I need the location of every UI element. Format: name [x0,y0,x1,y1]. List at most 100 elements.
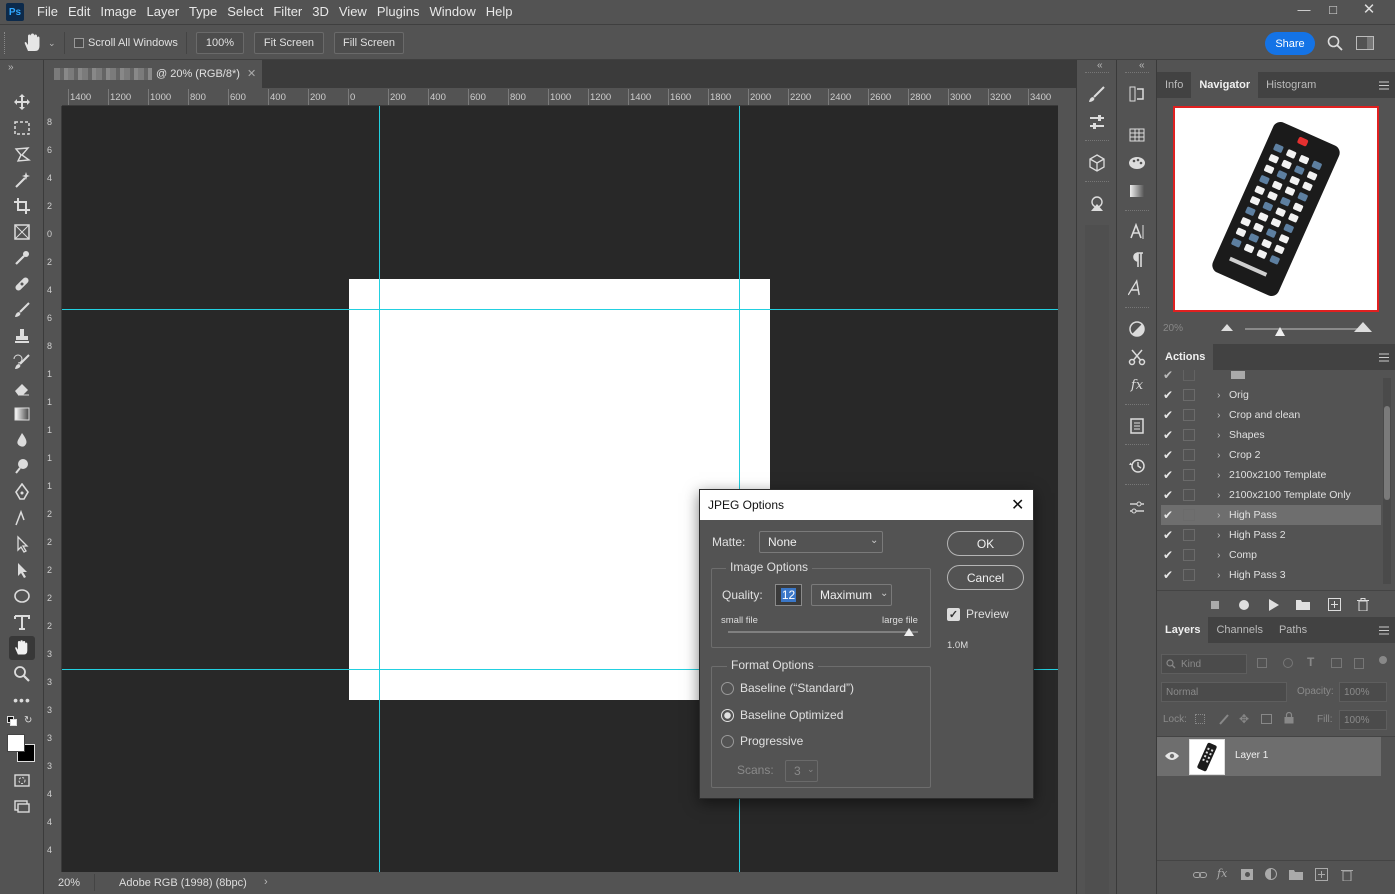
search-icon[interactable] [1327,35,1343,51]
radio-progressive[interactable] [721,735,734,748]
ellipse-tool-icon[interactable] [9,584,35,608]
tab-layers[interactable]: Layers [1157,617,1209,643]
filter-toggle-icon[interactable] [1379,656,1387,664]
action-row[interactable]: ✔ › Orig [1161,385,1381,405]
new-action-icon[interactable] [1328,598,1341,611]
menu-select[interactable]: Select [222,0,268,24]
brush-settings-icon[interactable] [1085,82,1109,106]
tab-histogram[interactable]: Histogram [1258,72,1324,98]
tab-actions[interactable]: Actions [1157,344,1214,370]
menu-file[interactable]: File [32,0,63,24]
gradient-tool-icon[interactable] [9,402,35,426]
filter-smart-object-icon[interactable] [1354,658,1364,669]
fill-field[interactable]: 100% [1339,710,1387,730]
marquee-tool-icon[interactable] [9,116,35,140]
healing-brush-tool-icon[interactable] [9,272,35,296]
action-expand-chevron-icon[interactable]: › [1217,569,1227,581]
gradients-icon[interactable] [1125,179,1149,203]
action-row[interactable]: ✔ › Crop and clean [1161,405,1381,425]
actions-panel-menu-icon[interactable] [1379,353,1389,362]
menu-plugins[interactable]: Plugins [372,0,425,24]
character-icon[interactable] [1125,220,1149,244]
delete-layer-trash-icon[interactable] [1341,868,1353,881]
action-expand-chevron-icon[interactable]: › [1217,489,1227,501]
radio-baseline-standard[interactable] [721,682,734,695]
quality-preset-select[interactable]: Maximum ⌄ [811,584,892,606]
lock-artboard-icon[interactable] [1261,714,1272,724]
cancel-button[interactable]: Cancel [947,565,1024,590]
collapse-strip-2-icon[interactable]: « [1139,60,1145,71]
quality-slider-track[interactable] [728,631,918,633]
layers-panel-menu-icon[interactable] [1379,626,1389,635]
action-expand-chevron-icon[interactable]: › [1217,509,1227,521]
menu-type[interactable]: Type [184,0,222,24]
visibility-eye-icon[interactable] [1165,751,1179,761]
dialog-toggle-box[interactable] [1183,429,1195,441]
add-mask-icon[interactable] [1241,869,1253,880]
tab-channels[interactable]: Channels [1208,617,1270,643]
action-check-icon[interactable]: ✔ [1161,448,1175,462]
zoom-in-mountain-icon[interactable] [1354,322,1372,332]
adjust-properties-icon[interactable] [1085,110,1109,134]
styles-fx-icon[interactable]: fx [1125,373,1149,397]
filter-type-icon[interactable]: T [1307,655,1314,669]
action-expand-chevron-icon[interactable]: › [1217,449,1227,461]
new-adjustment-layer-icon[interactable] [1265,868,1277,880]
glyphs-icon[interactable] [1125,276,1149,300]
shape-properties-icon[interactable] [1085,192,1109,216]
action-row[interactable]: ✔ › High Pass 2 [1161,525,1381,545]
dialog-close-icon[interactable]: ✕ [1011,495,1024,515]
curvature-pen-tool-icon[interactable] [9,506,35,530]
guide-vertical-1[interactable] [379,106,380,872]
dialog-toggle-box[interactable] [1183,529,1195,541]
move-tool-icon[interactable] [9,90,35,114]
eyedropper-tool-icon[interactable] [9,246,35,270]
history-clock-icon[interactable] [1125,454,1149,478]
quality-slider-thumb[interactable] [904,628,914,636]
expand-toolbar-icon[interactable]: » [8,62,14,73]
action-expand-chevron-icon[interactable]: › [1217,409,1227,421]
lock-position-icon[interactable]: ✥ [1239,712,1249,726]
swap-colors-icon[interactable]: ↻ [24,715,32,726]
menu-window[interactable]: Window [424,0,480,24]
tab-paths[interactable]: Paths [1271,617,1315,643]
quick-mask-icon[interactable] [9,768,35,792]
grip-handle[interactable] [4,32,10,54]
screen-mode-icon[interactable] [9,794,35,818]
action-expand-chevron-icon[interactable]: › [1217,469,1227,481]
navigator-panel-menu-icon[interactable] [1379,81,1389,90]
blend-mode-select[interactable]: Normal [1161,682,1287,702]
blur-tool-icon[interactable] [9,428,35,452]
type-tool-icon[interactable] [9,610,35,634]
hand-tool-icon[interactable] [22,33,44,53]
tools-scissors-icon[interactable] [1125,345,1149,369]
filter-shape-icon[interactable] [1331,658,1342,668]
menu-image[interactable]: Image [95,0,141,24]
action-check-icon[interactable]: ✔ [1161,548,1175,562]
play-icon[interactable] [1269,599,1279,611]
tool-preset-chevron-icon[interactable]: ⌄ [48,38,56,49]
dodge-tool-icon[interactable] [9,454,35,478]
filter-pixel-icon[interactable] [1257,658,1267,668]
history-states-icon[interactable] [1125,82,1149,106]
layer-row[interactable]: Layer 1 [1157,737,1381,776]
menu-filter[interactable]: Filter [268,0,307,24]
lock-image-brush-icon[interactable] [1218,713,1230,725]
paragraph-icon[interactable] [1125,248,1149,272]
action-check-icon[interactable]: ✔ [1161,388,1175,402]
action-check-icon[interactable]: ✔ [1161,488,1175,502]
actions-scrollbar[interactable] [1383,378,1391,584]
history-brush-tool-icon[interactable] [9,350,35,374]
layer-name[interactable]: Layer 1 [1235,750,1268,761]
dialog-toggle-box[interactable] [1183,509,1195,521]
direct-selection-tool-icon[interactable] [9,558,35,582]
adjustments-icon[interactable] [1125,317,1149,341]
frame-tool-icon[interactable] [9,220,35,244]
stop-recording-icon[interactable] [1211,601,1219,609]
zoom-out-mountain-icon[interactable] [1221,323,1233,331]
action-row[interactable]: ✔ › Shapes [1161,425,1381,445]
action-check-icon[interactable]: ✔ [1161,428,1175,442]
dialog-toggle-box[interactable] [1183,409,1195,421]
quality-input[interactable]: 12 [775,584,802,606]
crop-tool-icon[interactable] [9,194,35,218]
